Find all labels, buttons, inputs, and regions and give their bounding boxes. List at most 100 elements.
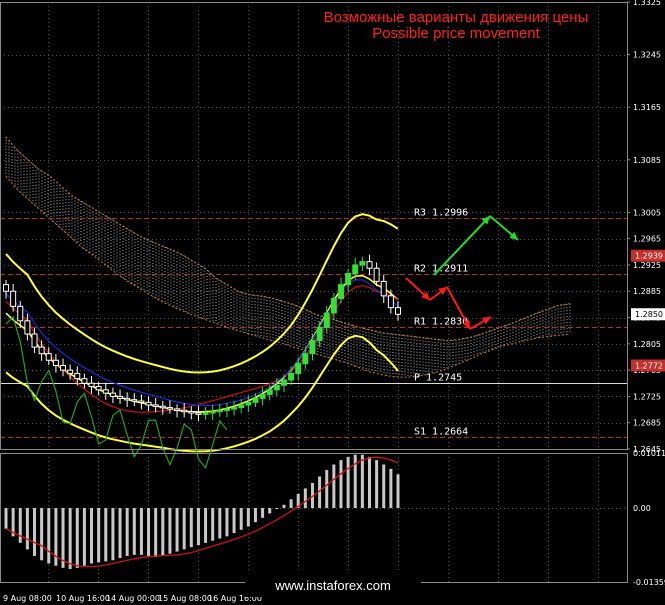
macd-bar-33 <box>239 508 243 530</box>
macd-bar-5 <box>40 508 44 561</box>
candle-body-19 <box>138 400 145 404</box>
candle-body-40 <box>288 372 295 381</box>
indicator-tick-1: 0.00 <box>633 504 651 513</box>
level-label-R2: R2 1.2911 <box>414 264 468 275</box>
macd-bar-42 <box>303 488 307 509</box>
macd-bar-38 <box>275 508 279 510</box>
macd-bar-16 <box>118 508 122 559</box>
macd-bar-45 <box>325 469 329 509</box>
candle-body-41 <box>295 363 302 374</box>
title-russian: Возможные варианты движения цены <box>324 9 589 26</box>
candle-body-42 <box>302 353 309 365</box>
macd-bar-32 <box>232 508 236 534</box>
macd-bar-40 <box>289 499 293 509</box>
candle-body-16 <box>117 395 124 399</box>
macd-bar-2 <box>18 508 22 543</box>
macd-bar-46 <box>332 464 336 509</box>
candle-body-55 <box>395 307 401 315</box>
price-tick-7: 1.2885 <box>633 287 661 296</box>
macd-bar-50 <box>360 454 364 509</box>
macd-bar-8 <box>61 508 65 568</box>
macd-bar-9 <box>68 508 72 569</box>
macd-bar-13 <box>97 508 101 563</box>
candle-body-54 <box>387 295 394 309</box>
macd-bar-24 <box>175 508 179 552</box>
candle-body-6 <box>45 353 52 361</box>
macd-bar-11 <box>82 508 86 566</box>
candle-body-15 <box>109 392 116 397</box>
macd-bar-54 <box>389 468 393 509</box>
candle-body-13 <box>95 386 102 391</box>
candle-body-52 <box>373 267 380 282</box>
candle-body-24 <box>174 408 181 411</box>
price-box-high-label: 1.2939 <box>635 252 663 261</box>
time-axis: 9 Aug 08:00 10 Aug 16:0014 Aug 00:0015 Au… <box>3 594 262 603</box>
macd-bar-0 <box>4 508 8 529</box>
macd-bar-10 <box>75 508 79 568</box>
macd-bar-22 <box>161 508 165 556</box>
level-label-R1: R1 1.2830 <box>414 317 468 328</box>
macd-bar-30 <box>218 508 222 539</box>
macd-bar-48 <box>346 456 350 509</box>
price-tick-0: 1.3325 <box>633 0 661 7</box>
candle-body-3 <box>24 320 31 335</box>
candle-body-44 <box>316 326 323 342</box>
macd-bar-19 <box>139 508 143 555</box>
macd-bar-17 <box>125 508 129 556</box>
candle-body-18 <box>131 399 138 402</box>
candle-body-43 <box>309 340 316 355</box>
level-label-S1: S1 1.2664 <box>414 427 468 438</box>
macd-bar-29 <box>211 508 215 541</box>
candle-body-7 <box>52 359 59 367</box>
candle-body-5 <box>38 346 45 355</box>
candle-body-37 <box>266 389 273 395</box>
macd-bar-37 <box>268 508 272 514</box>
candle-body-46 <box>330 297 337 314</box>
macd-bar-34 <box>246 508 250 527</box>
candle-body-23 <box>166 407 173 410</box>
macd-bar-47 <box>339 460 343 509</box>
macd-bar-14 <box>104 508 108 562</box>
candle-body-8 <box>60 365 67 371</box>
macd-bar-36 <box>261 508 265 518</box>
candle-body-34 <box>245 401 252 406</box>
macd-bar-26 <box>189 508 193 548</box>
macd-bar-39 <box>282 504 286 509</box>
candle-body-36 <box>259 393 266 399</box>
price-tick-9: 1.2805 <box>633 340 661 349</box>
candle-body-14 <box>102 389 109 394</box>
candle-body-11 <box>81 378 88 384</box>
candle-body-47 <box>337 284 344 299</box>
candle-body-21 <box>152 404 159 407</box>
macd-bar-55 <box>396 474 400 509</box>
macd-bar-3 <box>25 508 29 550</box>
candle-body-49 <box>352 264 359 274</box>
price-tick-12: 1.2685 <box>633 419 661 428</box>
candle-body-10 <box>74 372 81 380</box>
macd-bar-53 <box>382 464 386 509</box>
level-label-P: P 1.2745 <box>414 373 462 384</box>
macd-bar-20 <box>147 508 151 556</box>
candle-body-32 <box>231 407 238 410</box>
macd-bar-28 <box>204 508 208 543</box>
macd-bar-15 <box>111 508 115 561</box>
price-tick-3: 1.3085 <box>633 156 661 165</box>
candle-body-35 <box>252 397 259 403</box>
watermark: www.instaforex.com <box>274 578 391 593</box>
indicator-tick-0: 0.01011 <box>633 449 665 458</box>
candle-body-26 <box>188 411 195 414</box>
candle-body-4 <box>31 333 38 348</box>
candle-body-29 <box>209 411 216 414</box>
indicator-tick-2: -0.01359 <box>633 578 665 587</box>
candle-body-53 <box>380 280 387 297</box>
candle-body-33 <box>238 404 245 409</box>
level-label-R3: R3 1.2996 <box>414 208 468 219</box>
time-label-0: 9 Aug 08:00 <box>3 594 52 603</box>
candle-body-22 <box>159 405 166 409</box>
macd-bar-25 <box>182 508 186 550</box>
macd-bar-51 <box>367 456 371 509</box>
candle-body-51 <box>366 261 373 269</box>
macd-bar-4 <box>33 508 37 556</box>
candle-body-38 <box>273 384 280 391</box>
macd-bar-35 <box>253 508 257 523</box>
